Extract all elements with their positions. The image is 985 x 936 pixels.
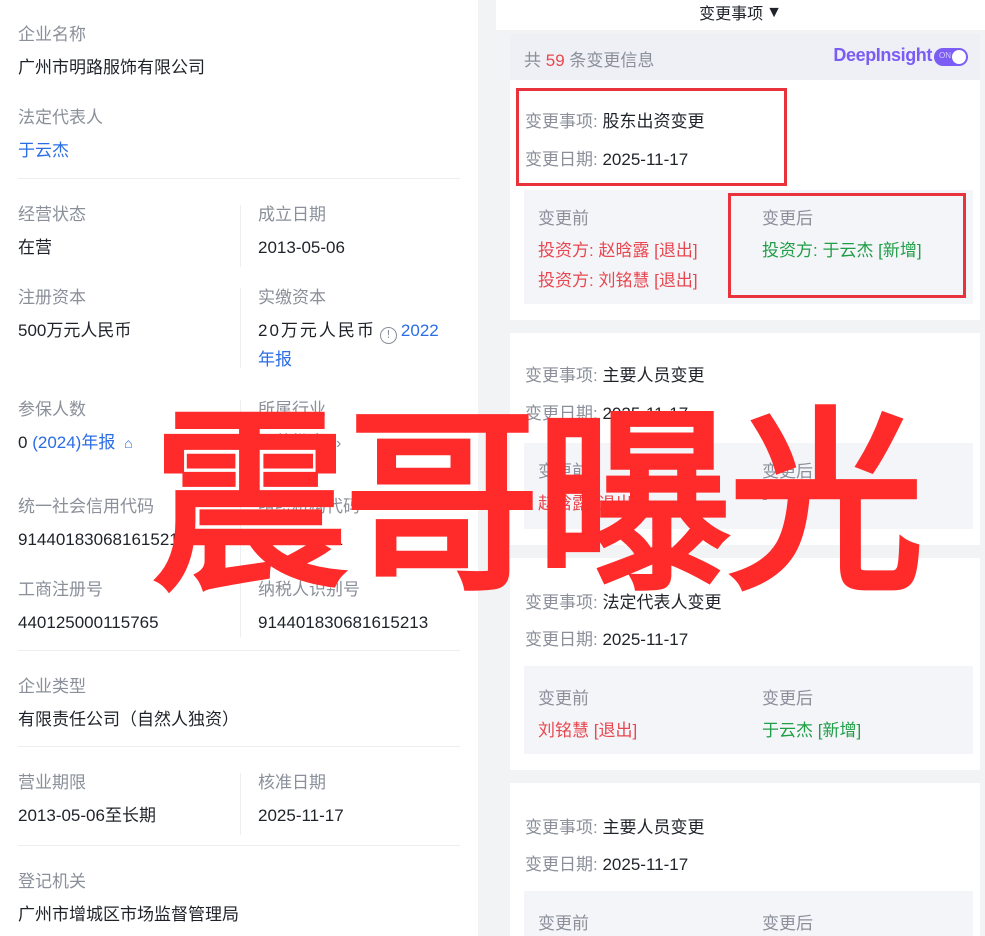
change-comparison: 变更前 变更后 bbox=[524, 891, 973, 936]
column-divider bbox=[240, 773, 241, 835]
divider bbox=[18, 845, 460, 846]
company-name-field: 企业名称 广州市明路服饰有限公司 bbox=[18, 25, 205, 79]
trend-chart-icon[interactable]: ⌂ bbox=[124, 435, 132, 451]
insured-field: 参保人数 0 (2024)年报 ⌂ bbox=[18, 400, 133, 454]
annual-report-link[interactable]: 年报 bbox=[258, 350, 292, 369]
after-label: 变更后 bbox=[762, 689, 813, 708]
highlight-box bbox=[516, 88, 787, 186]
change-item-row: 变更事项: 主要人员变更 bbox=[525, 813, 704, 838]
column-divider bbox=[240, 205, 241, 267]
change-date-key: 变更日期: bbox=[525, 855, 598, 874]
change-comparison: 变更前 变更后 刘铭慧 [退出] 于云杰 [新增] bbox=[524, 666, 973, 754]
change-filter-label: 变更事项 bbox=[699, 6, 764, 23]
founded-field: 成立日期 2013-05-06 bbox=[258, 205, 345, 259]
before-label: 变更前 bbox=[538, 209, 589, 228]
change-date-row: 变更日期: 2025-11-17 bbox=[525, 850, 688, 875]
authority-label: 登记机关 bbox=[18, 872, 86, 891]
change-date-value: 2025-11-17 bbox=[602, 630, 689, 649]
biz-reg-field: 工商注册号 440125000115765 bbox=[18, 580, 159, 634]
change-count-bar: 共 59 条变更信息 DeepInsight ON bbox=[510, 34, 980, 80]
change-item-value: 主要人员变更 bbox=[602, 366, 705, 385]
after-entry[interactable]: 于云杰 [新增] bbox=[762, 716, 861, 741]
founded-label: 成立日期 bbox=[258, 205, 326, 224]
paid-capital-field: 实缴资本 20万元人民币! 2022 年报 bbox=[258, 288, 473, 374]
change-date-value: 2025-11-17 bbox=[602, 855, 689, 874]
change-filter-dropdown[interactable]: 变更事项 ▼ bbox=[496, 0, 985, 30]
founded-value: 2013-05-06 bbox=[258, 238, 345, 257]
biz-reg-value: 440125000115765 bbox=[18, 613, 159, 632]
authority-value: 广州市增城区市场监督管理局 bbox=[18, 905, 239, 924]
before-entry[interactable]: 投资方: 刘铭慧 [退出] bbox=[538, 266, 698, 291]
change-item-key: 变更事项: bbox=[525, 366, 598, 385]
info-icon[interactable]: ! bbox=[379, 327, 397, 344]
caret-down-icon: ▼ bbox=[766, 4, 782, 21]
toggle-on-text: ON bbox=[939, 51, 951, 60]
approval-value: 2025-11-17 bbox=[258, 806, 344, 825]
status-label: 经营状态 bbox=[18, 205, 86, 224]
exposure-watermark: 震哥曝光 bbox=[152, 391, 924, 619]
company-name-label: 企业名称 bbox=[18, 25, 86, 44]
insured-label: 参保人数 bbox=[18, 400, 86, 419]
after-label: 变更后 bbox=[762, 914, 813, 933]
legal-rep-field: 法定代表人 于云杰 bbox=[18, 108, 103, 162]
column-divider bbox=[240, 288, 241, 368]
term-value: 2013-05-06至长期 bbox=[18, 806, 156, 825]
type-field: 企业类型 有限责任公司（自然人独资） bbox=[18, 677, 239, 731]
change-date-key: 变更日期: bbox=[525, 630, 598, 649]
count-prefix: 共 bbox=[524, 51, 541, 70]
reg-capital-value: 500万元人民币 bbox=[18, 321, 132, 340]
approval-label: 核准日期 bbox=[258, 773, 326, 792]
change-item-row: 变更事项: 主要人员变更 bbox=[525, 361, 704, 386]
before-entry[interactable]: 刘铭慧 [退出] bbox=[538, 716, 637, 741]
approval-field: 核准日期 2025-11-17 bbox=[258, 773, 344, 827]
paid-capital-label: 实缴资本 bbox=[258, 288, 326, 307]
paid-capital-value-wrap: 20万元人民币! 2022 年报 bbox=[258, 316, 473, 374]
divider bbox=[18, 746, 460, 747]
insured-value-wrap: 0 (2024)年报 ⌂ bbox=[18, 432, 133, 454]
status-field: 经营状态 在营 bbox=[18, 205, 86, 259]
reg-capital-label: 注册资本 bbox=[18, 288, 86, 307]
insured-value: 0 bbox=[18, 433, 28, 452]
change-card: 变更事项: 主要人员变更 变更日期: 2025-11-17 变更前 变更后 bbox=[510, 783, 980, 936]
highlight-box bbox=[728, 193, 966, 298]
before-entry[interactable]: 投资方: 赵晗露 [退出] bbox=[538, 236, 698, 261]
insured-report-link[interactable]: (2024)年报 bbox=[32, 433, 115, 452]
change-count: 共 59 条变更信息 bbox=[524, 46, 654, 71]
term-label: 营业期限 bbox=[18, 773, 86, 792]
change-date-row: 变更日期: 2025-11-17 bbox=[525, 625, 688, 650]
paid-capital-value: 20万元人民币 bbox=[258, 321, 376, 340]
change-item-value: 主要人员变更 bbox=[602, 818, 705, 837]
annual-report-2022-link[interactable]: 2022 bbox=[401, 321, 439, 340]
authority-field: 登记机关 广州市增城区市场监督管理局 bbox=[18, 872, 239, 926]
change-item-key: 变更事项: bbox=[525, 818, 598, 837]
legal-rep-label: 法定代表人 bbox=[18, 108, 103, 127]
status-value: 在营 bbox=[18, 238, 52, 257]
legal-rep-link[interactable]: 于云杰 bbox=[18, 140, 103, 162]
before-label: 变更前 bbox=[538, 689, 589, 708]
type-label: 企业类型 bbox=[18, 677, 86, 696]
biz-reg-label: 工商注册号 bbox=[18, 580, 103, 599]
company-name: 广州市明路服饰有限公司 bbox=[18, 58, 205, 77]
type-value: 有限责任公司（自然人独资） bbox=[18, 710, 239, 729]
reg-capital-field: 注册资本 500万元人民币 bbox=[18, 288, 131, 342]
count-suffix: 条变更信息 bbox=[569, 51, 655, 70]
term-field: 营业期限 2013-05-06至长期 bbox=[18, 773, 156, 827]
deepinsight-logo: DeepInsight bbox=[833, 45, 932, 65]
deepinsight-toggle[interactable]: ON bbox=[934, 48, 968, 66]
before-label: 变更前 bbox=[538, 914, 589, 933]
divider bbox=[18, 178, 460, 179]
count-number: 59 bbox=[545, 51, 565, 70]
divider bbox=[18, 650, 460, 651]
